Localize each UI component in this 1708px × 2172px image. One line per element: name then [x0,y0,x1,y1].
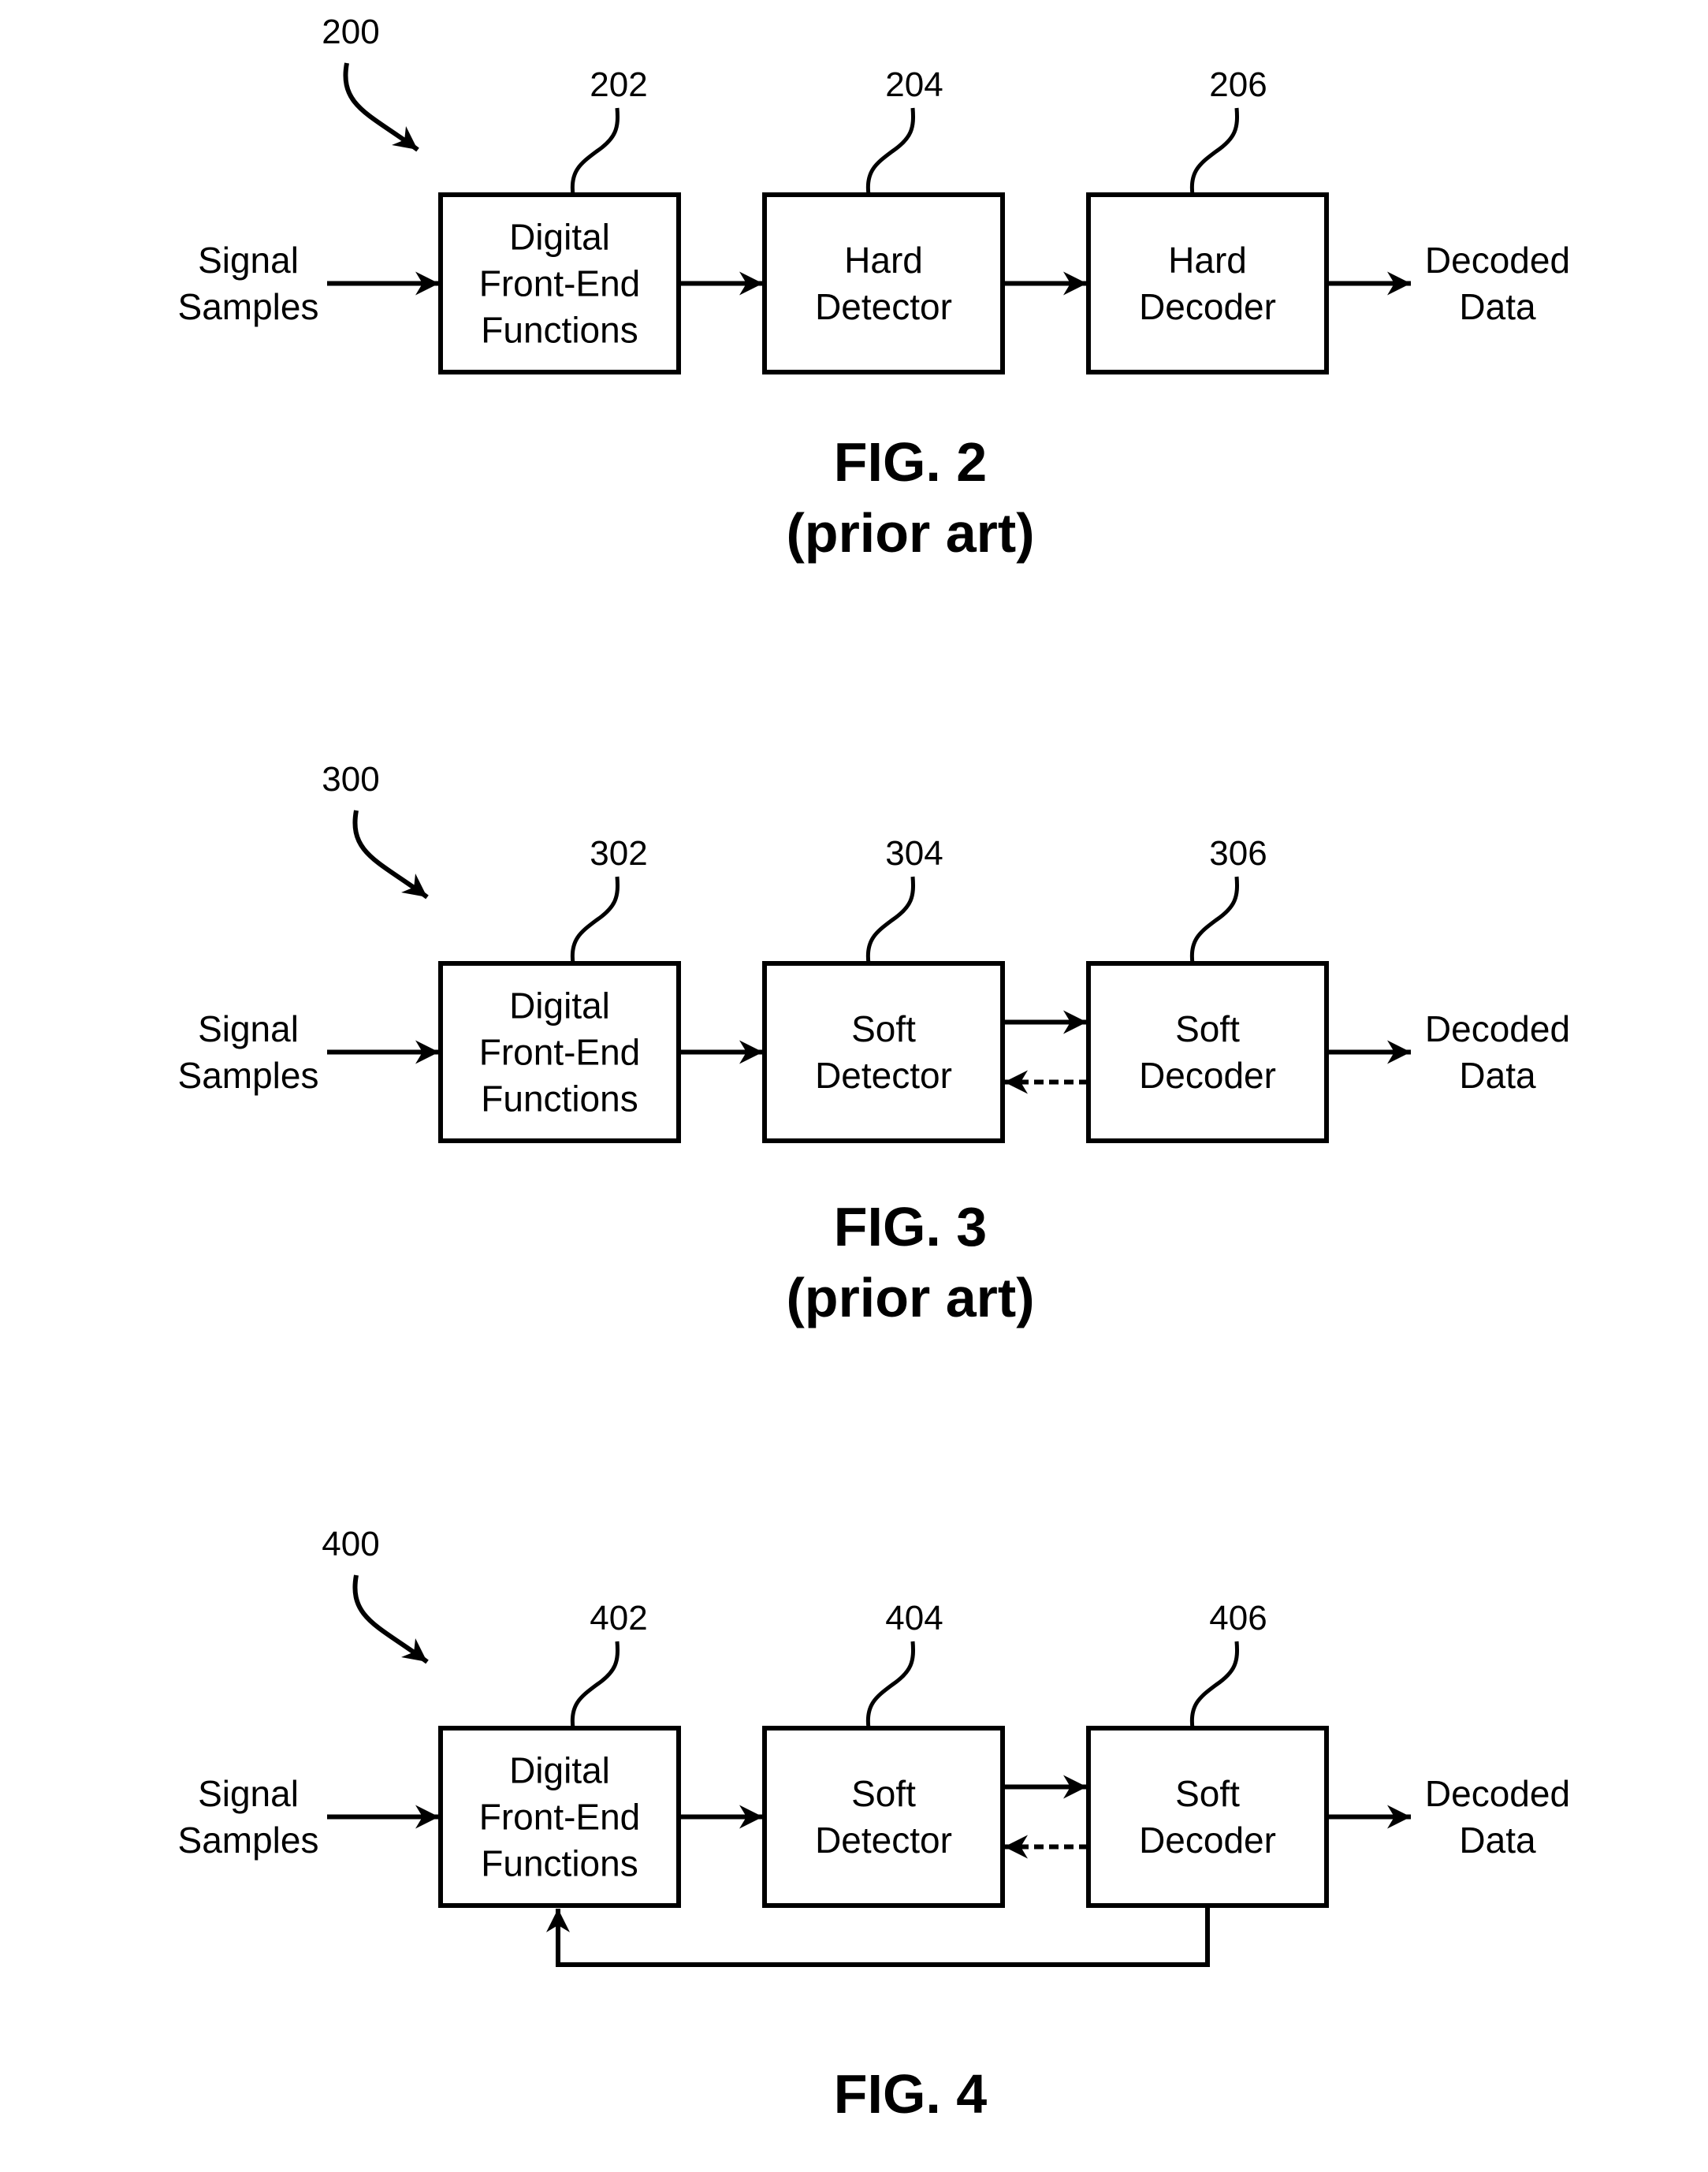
block-204: Hard Detector 204 [762,65,1005,374]
block-304: Soft Detector 304 [762,834,1005,1143]
input-label: Samples [178,1820,319,1861]
block-box [762,961,1005,1143]
block-206: Hard Decoder 206 [1086,65,1329,374]
block-302: Digital Front-End Functions 302 [438,834,681,1143]
block-leader-line [1189,107,1239,196]
block-label: Detector [815,1820,952,1861]
block-leader-line [570,107,620,196]
block-leader-line [1189,1641,1239,1729]
figure-caption: FIG. 2 [834,431,987,493]
block-202: Digital Front-End Functions 202 [438,65,681,374]
input-label: Signal [198,1008,299,1049]
block-box [1086,961,1329,1143]
block-box [1086,192,1329,374]
block-label: Functions [481,310,638,351]
output-label: Decoded [1425,1773,1570,1814]
block-ref-number: 304 [885,834,943,873]
block-label: Decoder [1139,1820,1276,1861]
block-box [1086,1726,1329,1908]
block-label: Soft [851,1773,916,1814]
figure-pointer-arrow [352,810,429,900]
block-label: Digital [509,217,610,258]
block-402: Digital Front-End Functions 402 [438,1599,681,1908]
block-label: Front-End [479,1797,641,1838]
output-label: Data [1459,1820,1536,1861]
decoder-to-frontend-feedback-arrow [546,1906,1210,1967]
figure-subcaption: (prior art) [787,502,1035,564]
block-label: Decoder [1139,1055,1276,1096]
input-label: Samples [178,286,319,327]
figure-fig3: 300 Signal Samples Digital Front-End Function… [178,760,1571,1328]
block-ref-number: 406 [1209,1599,1267,1637]
figure-caption: FIG. 3 [834,1196,987,1257]
block-box [762,1726,1005,1908]
block-306: Soft Decoder 306 [1086,834,1329,1143]
block-label: Functions [481,1079,638,1120]
figure-pointer-arrow [343,62,419,152]
block-leader-line [865,876,915,964]
block-label: Front-End [479,1032,641,1073]
block-label: Decoder [1139,286,1276,327]
block-leader-line [865,1641,915,1729]
block-leader-line [865,107,915,196]
block-box [762,192,1005,374]
block-ref-number: 402 [590,1599,647,1637]
block-label: Hard [1168,240,1247,281]
block-leader-line [570,1641,620,1729]
block-ref-number: 404 [885,1599,943,1637]
patent-figures: 200 Signal Samples Digital Front-End Function… [178,13,1571,2125]
input-label: Signal [198,1773,299,1814]
block-406: Soft Decoder 406 [1086,1599,1329,1908]
output-label: Decoded [1425,240,1570,281]
block-label: Soft [1175,1773,1240,1814]
output-label: Data [1459,286,1536,327]
block-leader-line [570,876,620,964]
block-label: Digital [509,985,610,1026]
block-ref-number: 302 [590,834,647,873]
block-label: Front-End [479,263,641,304]
block-ref-number: 206 [1209,65,1267,104]
block-ref-number: 204 [885,65,943,104]
figure-subcaption: (prior art) [787,1267,1035,1328]
block-404: Soft Detector 404 [762,1599,1005,1908]
block-label: Functions [481,1843,638,1884]
block-label: Detector [815,286,952,327]
block-label: Soft [1175,1008,1240,1049]
block-leader-line [1189,876,1239,964]
figure-ref-number: 300 [322,760,379,799]
input-label: Samples [178,1055,319,1096]
figure-fig4: 400 Signal Samples Digital Front-End Function… [178,1525,1571,2125]
input-label: Signal [198,240,299,281]
figure-caption: FIG. 4 [834,2063,988,2125]
block-label: Digital [509,1750,610,1791]
figure-pointer-arrow [352,1574,429,1664]
block-label: Detector [815,1055,952,1096]
block-ref-number: 202 [590,65,647,104]
figure-fig2: 200 Signal Samples Digital Front-End Function… [178,13,1571,564]
block-ref-number: 306 [1209,834,1267,873]
figure-ref-number: 400 [322,1525,379,1563]
output-label: Data [1459,1055,1536,1096]
block-label: Hard [844,240,923,281]
block-label: Soft [851,1008,916,1049]
figure-ref-number: 200 [322,13,379,51]
output-label: Decoded [1425,1008,1570,1049]
